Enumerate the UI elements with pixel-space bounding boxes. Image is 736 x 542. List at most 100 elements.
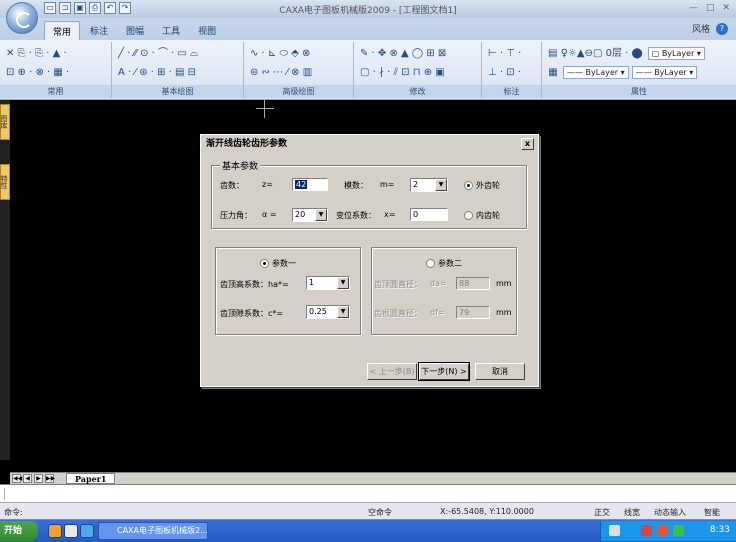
pressure-angle-select[interactable]: 20 ▼ — [292, 208, 328, 222]
title-bar: ▭ ⊐ ▣ ⎙ ↶ ↷ CAXA电子图板机械版2009 - [工程图文档1] —… — [0, 0, 736, 18]
chevron-down-icon[interactable]: ▼ — [337, 306, 349, 318]
layout-tabs-bar: ◀◀ ◀ ▶ ▶▶ Paper1 — [10, 472, 736, 484]
desktop-icon[interactable] — [64, 524, 78, 538]
panel-label: 标注 — [482, 85, 541, 98]
cancel-button[interactable]: 取消 — [475, 363, 525, 380]
panel-label: 常用 — [0, 85, 111, 98]
command-history[interactable] — [0, 484, 736, 502]
line-arc-tools[interactable]: ╱ · ⁄⁄ ⊙ · ⌒ · ▭ ⌓ — [116, 46, 200, 61]
param1-radio[interactable]: 参数一 — [260, 258, 296, 269]
app-tray-icon[interactable] — [657, 525, 668, 536]
tip-diameter-input[interactable]: 88 — [456, 277, 490, 290]
advanced-shape-tools[interactable]: ⊜ ∾ ⋯ ⁄ ⊗ ▥ — [248, 65, 314, 80]
start-button[interactable]: 开始 — [0, 521, 38, 541]
maximize-button[interactable]: □ — [706, 3, 715, 13]
cursor-crosshair — [264, 100, 265, 118]
next-step-button[interactable]: 下一步(N) > — [418, 362, 470, 381]
radio-selected-icon — [260, 259, 269, 268]
shift-coef-symbol: x= — [384, 210, 396, 219]
dialog-close-button[interactable]: x — [521, 138, 534, 150]
text-hatch-tools[interactable]: A · ⁄ ⊛ · ⊞ · ▤ ⊟ — [116, 65, 198, 80]
prev-step-button[interactable]: < 上一步(B) — [367, 363, 417, 380]
media-icon[interactable] — [80, 524, 94, 538]
layer-manager-icon[interactable]: ▦ — [546, 65, 560, 80]
tab-sheet[interactable]: 图幅 — [118, 21, 152, 41]
lineweight-combo[interactable]: —— ByLayer ▾ — [631, 65, 698, 79]
ortho-toggle[interactable]: 正交 — [594, 507, 610, 518]
taskbar-item-caxa[interactable]: CAXA电子图板机械版2... — [98, 522, 208, 540]
next-layout-icon[interactable]: ▶ — [34, 474, 43, 483]
style-menu[interactable]: 风格 — [692, 22, 710, 35]
side-tab-properties[interactable]: 特性 — [0, 164, 10, 200]
antivirus-icon[interactable] — [641, 525, 652, 536]
close-button[interactable]: ✕ — [722, 3, 730, 13]
last-layout-icon[interactable]: ▶▶ — [45, 474, 55, 483]
pressure-angle-label: 压力角： — [220, 211, 252, 220]
color-combo[interactable]: ▢ ByLayer ▾ — [647, 46, 705, 60]
panel-advanced-draw: ∿ · ⊾ ⬭ ⬘ ⊗ ⊜ ∾ ⋯ ⁄ ⊗ ▥ 高级绘图 — [244, 42, 354, 98]
root-diameter-input[interactable]: 79 — [456, 306, 490, 319]
current-command: 空命令 — [368, 508, 392, 517]
edit-tools[interactable]: ⊡ ⊕ · ⊗ · ▦ · — [4, 65, 71, 80]
style-area: 风格 ? — [692, 22, 728, 35]
radio-unselected-icon — [464, 211, 473, 220]
tab-view[interactable]: 视图 — [190, 21, 224, 41]
shift-coef-input[interactable]: 0 — [410, 208, 448, 221]
tab-tools[interactable]: 工具 — [154, 21, 188, 41]
internal-gear-radio[interactable]: 内齿轮 — [464, 210, 500, 221]
dynamic-input-toggle[interactable]: 动态输入 — [654, 507, 686, 518]
chevron-down-icon[interactable]: ▼ — [315, 209, 327, 221]
tab-dimension[interactable]: 标注 — [82, 21, 116, 41]
application-menu-button[interactable] — [6, 2, 38, 34]
panel-properties: ▤ ♀☼▲⊖▢ 0层 · ⬤ ▢ ByLayer ▾ ▦ —— ByLayer … — [542, 42, 736, 98]
left-palette: 图库 特性 — [0, 100, 10, 460]
external-gear-radio[interactable]: 外齿轮 — [464, 180, 500, 191]
symbol-tools[interactable]: ⊥ · ⊡ · — [486, 65, 523, 80]
addendum-coef-select[interactable]: 1 ▼ — [306, 276, 350, 290]
modify-tools-top[interactable]: ✎ · ✥ ⊗ ▲ ◯ ⊞ ⊠ — [358, 46, 448, 61]
dimension-tools[interactable]: ⊢ · ⊤ · — [486, 46, 523, 61]
lineweight-toggle[interactable]: 线宽 — [624, 507, 640, 518]
module-symbol: m= — [380, 180, 395, 189]
modify-tools-bottom[interactable]: ▢ · ∤ · ⫽ ⊡ ⊓ ⊕ ▣ — [358, 65, 447, 80]
clearance-coef-select[interactable]: 0.25 ▼ — [306, 305, 350, 319]
chevron-down-icon[interactable]: ▼ — [337, 277, 349, 289]
minimize-button[interactable]: — — [689, 3, 698, 13]
first-layout-icon[interactable]: ◀◀ — [12, 474, 22, 483]
browser-icon[interactable] — [48, 524, 62, 538]
tab-common[interactable]: 常用 — [44, 21, 81, 41]
window-controls: — □ ✕ — [689, 3, 730, 13]
tip-diameter-symbol: da= — [430, 279, 447, 288]
smart-snap-toggle[interactable]: 智能 — [704, 507, 720, 518]
network-icon[interactable] — [609, 525, 620, 536]
linetype-combo[interactable]: —— ByLayer ▾ — [563, 65, 629, 79]
root-diameter-symbol: df= — [430, 308, 445, 317]
basic-params-group: 基本参数 齿数： z= 42 模数： m= 2 ▼ 外齿轮 压力角： α = 2… — [211, 159, 527, 229]
panel-modify: ✎ · ✥ ⊗ ▲ ◯ ⊞ ⊠ ▢ · ∤ · ⫽ ⊡ ⊓ ⊕ ▣ 修改 — [354, 42, 482, 98]
shift-coef-label: 变位系数： — [336, 211, 376, 220]
radio-unselected-icon — [426, 259, 435, 268]
help-icon[interactable]: ? — [716, 22, 728, 35]
volume-icon[interactable] — [673, 525, 684, 536]
curve-tools[interactable]: ∿ · ⊾ ⬭ ⬘ ⊗ — [248, 46, 312, 61]
status-bar: 命令: 空命令 X:-65.5408, Y:110.0000 正交 线宽 动态输… — [0, 502, 736, 519]
dialog-title-bar[interactable]: 渐开线齿轮齿形参数 x — [203, 137, 536, 152]
prev-layout-icon[interactable]: ◀ — [23, 474, 32, 483]
root-diameter-label: 齿根圆直径： — [374, 309, 422, 318]
module-select[interactable]: 2 ▼ — [410, 178, 448, 192]
param2-radio[interactable]: 参数二 — [426, 258, 462, 269]
teeth-input[interactable]: 42 — [292, 178, 328, 191]
command-prompt[interactable]: 命令: — [4, 507, 23, 518]
tip-diameter-label: 齿顶圆直径： — [374, 280, 422, 289]
chevron-down-icon[interactable]: ▼ — [435, 179, 447, 191]
teeth-label: 齿数： — [220, 181, 244, 190]
panel-label: 高级绘图 — [244, 85, 353, 98]
clipboard-tools[interactable]: ✕ ⎘ · ⎘ · ▲ · — [4, 46, 69, 61]
cursor-crosshair — [256, 108, 274, 109]
window-title: CAXA电子图板机械版2009 - [工程图文档1] — [279, 6, 457, 16]
taskbar: 开始 CAXA电子图板机械版2... 8:33 — [0, 519, 736, 542]
layout-tab-paper1[interactable]: Paper1 — [66, 473, 116, 484]
radio-selected-icon — [464, 181, 473, 190]
layer-controls[interactable]: ▤ ♀☼▲⊖▢ 0层 · ⬤ — [546, 46, 645, 61]
side-tab-library[interactable]: 图库 — [0, 104, 10, 140]
